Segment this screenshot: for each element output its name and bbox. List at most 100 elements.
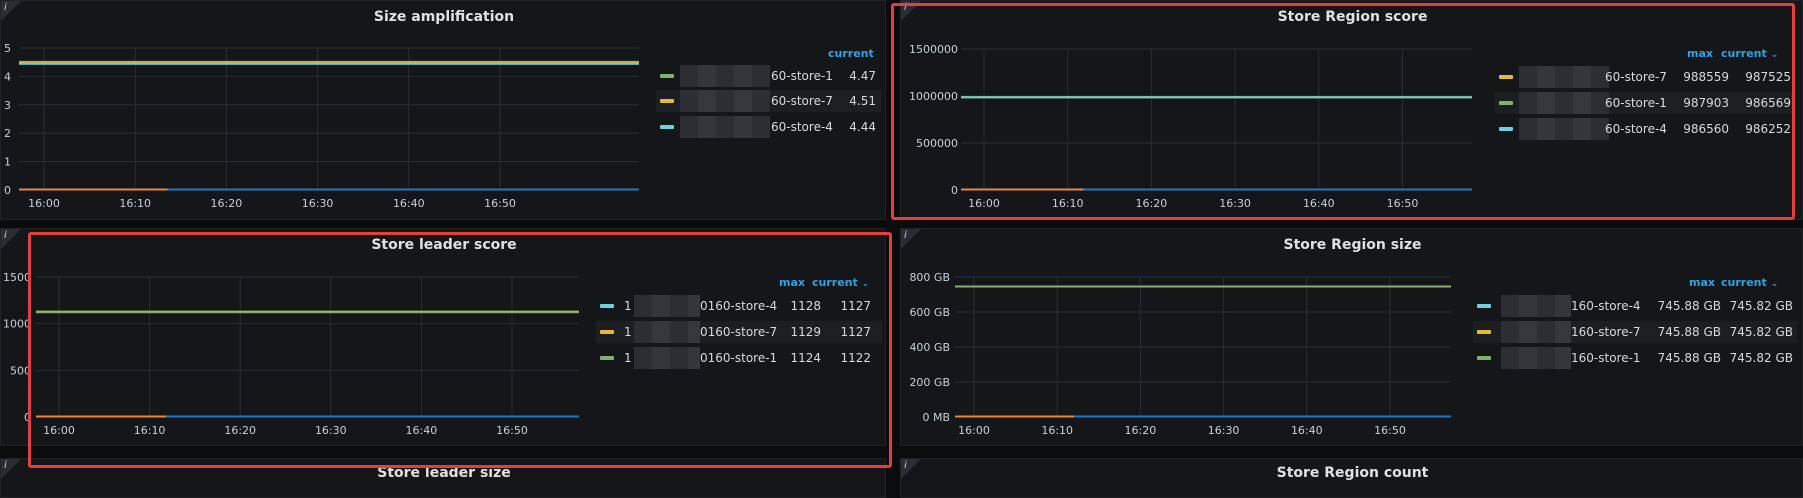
legend-row[interactable]: 60-store-4 4.44 [656,116,881,138]
legend-row[interactable]: 60-store-1 4.47 [656,65,881,87]
legend-current-value: 745.82 GB [1729,351,1793,365]
redacted-block [680,90,770,112]
legend-swatch [1499,101,1513,105]
legend-row[interactable]: 60-store-1 987903 986569 [1495,92,1795,114]
legend-series-name: 160-store-7 [1571,325,1641,339]
chevron-down-icon: ⌄ [861,279,870,289]
legend-row[interactable]: 60-store-7 988559 987525 [1495,66,1795,88]
y-tick-label: 0 [951,184,958,197]
redacted-block [634,321,700,343]
x-tick-label: 16:20 [1136,197,1168,210]
legend-current-value: 986569 [1745,96,1791,110]
legend-header-max[interactable]: max [1689,276,1715,289]
x-tick-label: 16:50 [1374,424,1406,437]
legend-swatch [660,74,674,78]
x-tick-label: 16:20 [224,424,256,437]
legend-header-current[interactable]: current [828,47,874,60]
y-tick-label: 2 [4,127,11,140]
legend-max-value: 745.88 GB [1657,325,1721,339]
legend-header-current[interactable]: current ⌄ [1721,47,1778,60]
panel-title[interactable]: Store Region count [901,465,1803,481]
legend-row[interactable]: 60-store-7 4.51 [656,90,881,112]
legend-swatch [600,304,614,308]
legend-row[interactable]: 1 0160-store-4 1128 1127 [596,295,882,317]
panel-store-region-count: i Store Region count [900,458,1803,498]
legend-swatch [600,356,614,360]
y-tick-label: 600 GB [909,306,950,319]
y-tick-label: 400 GB [909,341,950,354]
legend-header-max[interactable]: max [779,276,805,289]
legend-row[interactable]: 160-store-7 745.88 GB 745.82 GB [1473,321,1797,343]
redacted-block [680,65,770,87]
legend-swatch [1499,127,1513,131]
x-tick-label: 16:10 [119,197,151,210]
x-tick-label: 16:50 [1387,197,1419,210]
x-tick-label: 16:50 [484,197,516,210]
x-tick-label: 16:40 [393,197,425,210]
y-tick-label: 1500 [3,271,31,284]
legend-swatch [1477,304,1491,308]
legend-series-prefix: 1 [624,325,632,339]
legend-row[interactable]: 1 0160-store-1 1124 1122 [596,347,882,369]
legend-max-value: 745.88 GB [1657,351,1721,365]
legend-header-current[interactable]: current ⌄ [812,276,869,289]
legend-series-name: 60-store-4 [1605,122,1667,136]
legend-header-max[interactable]: max [1687,47,1713,60]
legend-series-name: 60-store-4 [771,120,833,134]
legend-current-value: 4.47 [849,69,876,83]
legend-header-current[interactable]: current ⌄ [1721,276,1778,289]
legend-row[interactable]: 1 0160-store-7 1129 1127 [596,321,882,343]
y-tick-label: 500000 [916,137,958,150]
chevron-down-icon: ⌄ [1770,50,1779,60]
panel-size-amplification: i Size amplification 0 1 2 3 4 5 16:00 16:10 16:… [0,0,886,220]
x-tick-label: 16:30 [302,197,334,210]
y-tick-label: 1 [4,156,11,169]
legend-series-prefix: 1 [624,299,632,313]
legend-series-name: 160-store-1 [1571,351,1641,365]
x-tick-label: 16:00 [968,197,1000,210]
legend-max-value: 1128 [790,299,821,313]
legend-series-name: 60-store-7 [771,94,833,108]
legend-current-value: 1127 [840,299,871,313]
y-tick-label: 1000000 [909,90,958,103]
panel-title[interactable]: Store leader size [1,465,887,481]
y-tick-label: 1500000 [909,43,958,56]
legend-series-name: 60-store-1 [771,69,833,83]
legend-row[interactable]: 160-store-1 745.88 GB 745.82 GB [1473,347,1797,369]
legend-max-value: 986560 [1683,122,1729,136]
redacted-block [1501,295,1571,317]
redacted-block [1519,118,1609,140]
x-tick-label: 16:20 [211,197,243,210]
legend-swatch [1477,356,1491,360]
legend-series-name: 0160-store-1 [700,351,778,365]
legend-header-current-label: current [1721,276,1767,289]
legend-series-name: 60-store-1 [1605,96,1667,110]
legend-row[interactable]: 160-store-4 745.88 GB 745.82 GB [1473,295,1797,317]
x-tick-label: 16:00 [28,197,60,210]
x-tick-label: 16:50 [496,424,528,437]
legend-series-name: 0160-store-7 [700,325,778,339]
x-tick-label: 16:40 [1291,424,1323,437]
y-tick-label: 5 [4,42,11,55]
redacted-block [634,347,700,369]
y-tick-label: 0 MB [922,411,950,424]
legend-current-value: 745.82 GB [1729,325,1793,339]
panel-store-leader-size: i Store leader size [0,458,886,498]
legend-swatch [660,99,674,103]
x-tick-label: 16:30 [1208,424,1240,437]
legend-swatch [660,125,674,129]
y-tick-label: 800 GB [909,271,950,284]
legend-header-current-label: current [1721,47,1767,60]
y-tick-label: 0 [4,184,11,197]
legend-current-value: 987525 [1745,70,1791,84]
legend-swatch [1477,330,1491,334]
y-tick-label: 0 [24,411,31,424]
x-tick-label: 16:10 [1052,197,1084,210]
panel-store-leader-score: i Store leader score 0 500 1000 1500 16:00 16… [0,228,886,446]
legend-current-value: 1122 [840,351,871,365]
y-tick-label: 500 [10,364,31,377]
x-tick-label: 16:00 [958,424,990,437]
legend-series-name: 0160-store-4 [700,299,778,313]
legend-row[interactable]: 60-store-4 986560 986252 [1495,118,1795,140]
legend-swatch [600,330,614,334]
